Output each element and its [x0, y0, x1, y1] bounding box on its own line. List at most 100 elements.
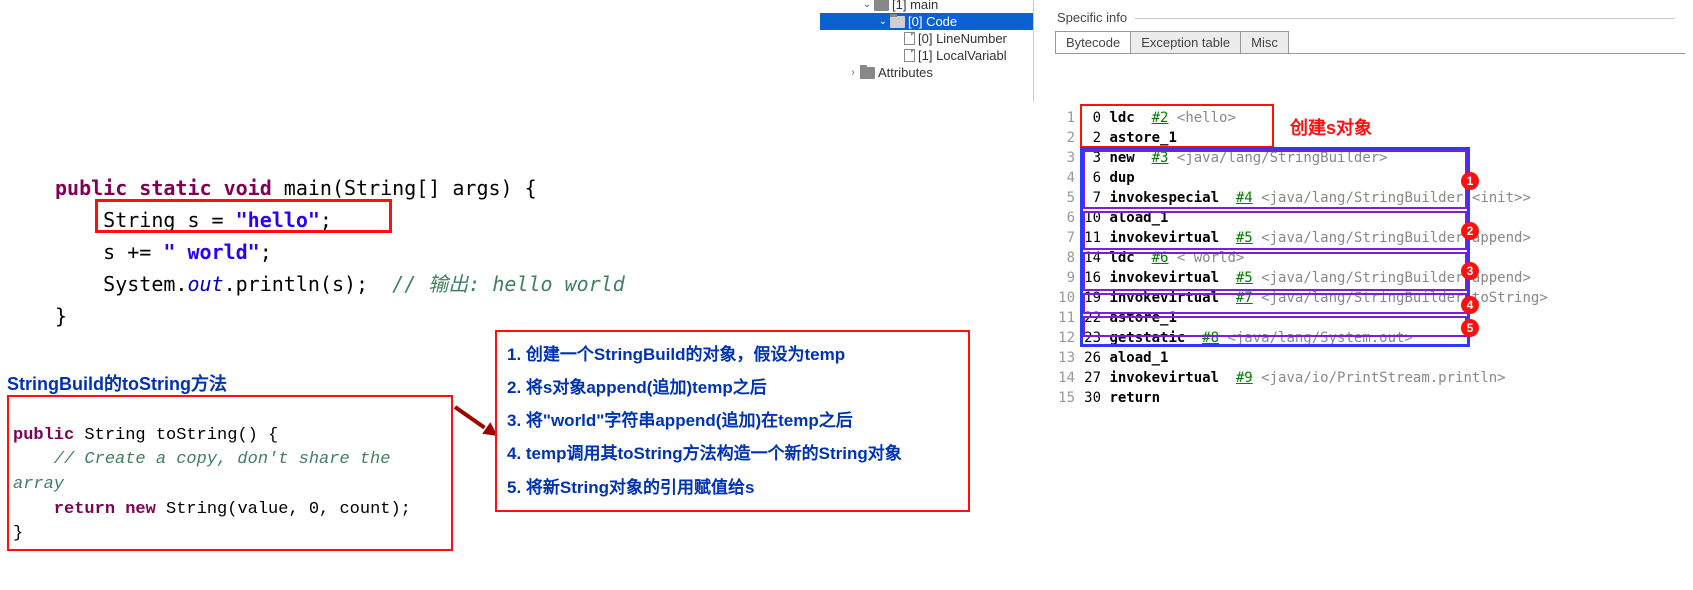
- constant-arg: <java/lang/StringBuilder.append>: [1261, 270, 1531, 286]
- bytecode-row[interactable]: 1326 aload_1: [1053, 348, 1548, 368]
- badge-1: 1: [1461, 172, 1479, 190]
- tab-exception-table[interactable]: Exception table: [1130, 31, 1241, 53]
- opcode: astore_1: [1109, 130, 1176, 146]
- tostring-code-block: public String toString() { // Create a c…: [7, 395, 453, 551]
- chevron-down-icon[interactable]: ⌄: [860, 0, 874, 10]
- offset: 11: [1079, 228, 1101, 248]
- line-number: 11: [1053, 308, 1075, 328]
- class-tree[interactable]: ⌄ [1] main ⌄ [0] Code [0] LineNumber [1]…: [820, 0, 1034, 102]
- badge-4: 4: [1461, 296, 1479, 314]
- code-text: ;: [320, 208, 332, 232]
- badge-2: 2: [1461, 222, 1479, 240]
- bytecode-tabs: Bytecode Exception table Misc: [1055, 31, 1685, 54]
- folder-icon: [860, 67, 875, 79]
- chevron-right-icon[interactable]: ›: [846, 67, 860, 78]
- offset: 0: [1079, 108, 1101, 128]
- constant-arg: <java/lang/StringBuilder>: [1177, 150, 1388, 166]
- tab-bytecode[interactable]: Bytecode: [1055, 31, 1131, 53]
- bytecode-row[interactable]: 57 invokespecial #4 <java/lang/StringBui…: [1053, 188, 1548, 208]
- tab-misc[interactable]: Misc: [1240, 31, 1289, 53]
- file-icon: [904, 32, 915, 45]
- line-number: 9: [1053, 268, 1075, 288]
- string-literal: " world": [163, 240, 259, 264]
- offset: 16: [1079, 268, 1101, 288]
- chevron-down-icon[interactable]: ⌄: [876, 16, 890, 27]
- offset: 2: [1079, 128, 1101, 148]
- arrow-icon: [455, 405, 495, 435]
- code-text: ;: [260, 240, 272, 264]
- constant-ref[interactable]: #5: [1236, 230, 1253, 246]
- line-number: 5: [1053, 188, 1075, 208]
- step-4: 4. temp调用其toString方法构造一个新的String对象: [507, 437, 958, 470]
- tree-item-attributes[interactable]: › Attributes: [820, 64, 1033, 81]
- constant-ref[interactable]: #5: [1236, 270, 1253, 286]
- code-text: String toString() {: [74, 426, 278, 445]
- offset: 7: [1079, 188, 1101, 208]
- constant-ref[interactable]: #9: [1236, 370, 1253, 386]
- line-number: 4: [1053, 168, 1075, 188]
- tree-item-code[interactable]: ⌄ [0] Code: [820, 13, 1033, 30]
- opcode: invokevirtual: [1109, 290, 1219, 306]
- constant-ref[interactable]: #8: [1202, 330, 1219, 346]
- bytecode-row[interactable]: 33 new #3 <java/lang/StringBuilder>: [1053, 148, 1548, 168]
- bytecode-row[interactable]: 1427 invokevirtual #9 <java/io/PrintStre…: [1053, 368, 1548, 388]
- opcode: aload_1: [1109, 350, 1168, 366]
- tree-item-linenumber[interactable]: [0] LineNumber: [820, 30, 1033, 47]
- line-number: 8: [1053, 248, 1075, 268]
- label-create-s: 创建s对象: [1290, 114, 1372, 140]
- offset: 10: [1079, 208, 1101, 228]
- step-5: 5. 将新String对象的引用赋值给s: [507, 471, 958, 504]
- panel-title: Specific info: [1049, 0, 1689, 31]
- line-number: 12: [1053, 328, 1075, 348]
- constant-ref[interactable]: #2: [1152, 110, 1169, 126]
- tree-label: [1] main: [892, 0, 938, 12]
- code-text: .println(s);: [224, 272, 393, 296]
- code-text: s +=: [55, 240, 163, 264]
- constant-ref[interactable]: #3: [1152, 150, 1169, 166]
- field-ref: out: [187, 272, 223, 296]
- offset: 26: [1079, 348, 1101, 368]
- step-3: 3. 将"world"字符串append(追加)在temp之后: [507, 404, 958, 437]
- string-literal: "hello": [236, 208, 320, 232]
- offset: 23: [1079, 328, 1101, 348]
- bytecode-listing: 10 ldc #2 <hello>22 astore_133 new #3 <j…: [1053, 108, 1548, 408]
- constant-ref[interactable]: #4: [1236, 190, 1253, 206]
- opcode: getstatic: [1109, 330, 1185, 346]
- opcode: ldc: [1109, 110, 1134, 126]
- opcode: invokevirtual: [1109, 270, 1219, 286]
- code-text: String s =: [55, 208, 236, 232]
- keyword: return new: [13, 500, 156, 519]
- tree-label: [0] Code: [908, 14, 957, 29]
- offset: 3: [1079, 148, 1101, 168]
- opcode: dup: [1109, 170, 1134, 186]
- line-number: 10: [1053, 288, 1075, 308]
- opcode: invokevirtual: [1109, 370, 1219, 386]
- constant-ref[interactable]: #7: [1236, 290, 1253, 306]
- constant-arg: <java/lang/StringBuilder.<init>>: [1261, 190, 1531, 206]
- line-number: 7: [1053, 228, 1075, 248]
- specific-info-panel: Specific info Bytecode Exception table M…: [1049, 0, 1689, 54]
- code-text: }: [55, 304, 67, 328]
- opcode: return: [1109, 390, 1160, 406]
- opcode: aload_1: [1109, 210, 1168, 226]
- java-source-code: public static void main(String[] args) {…: [55, 140, 625, 332]
- opcode: invokevirtual: [1109, 230, 1219, 246]
- bytecode-row[interactable]: 1530 return: [1053, 388, 1548, 408]
- step-1: 1. 创建一个StringBuild的对象，假设为temp: [507, 338, 958, 371]
- code-text: String(value, 0, count);: [156, 500, 411, 519]
- constant-ref[interactable]: #6: [1152, 250, 1169, 266]
- offset: 27: [1079, 368, 1101, 388]
- line-number: 13: [1053, 348, 1075, 368]
- keyword: public static void: [55, 176, 272, 200]
- tree-item-main[interactable]: ⌄ [1] main: [820, 0, 1033, 13]
- line-number: 2: [1053, 128, 1075, 148]
- code-text: main(String[] args) {: [272, 176, 537, 200]
- tree-item-localvariable[interactable]: [1] LocalVariabl: [820, 47, 1033, 64]
- code-text: }: [13, 524, 23, 543]
- tree-label: [0] LineNumber: [918, 31, 1007, 46]
- line-number: 14: [1053, 368, 1075, 388]
- code-text: System.: [55, 272, 187, 296]
- constant-arg: < world>: [1177, 250, 1244, 266]
- constant-arg: <java/io/PrintStream.println>: [1261, 370, 1505, 386]
- step-2: 2. 将s对象append(追加)temp之后: [507, 371, 958, 404]
